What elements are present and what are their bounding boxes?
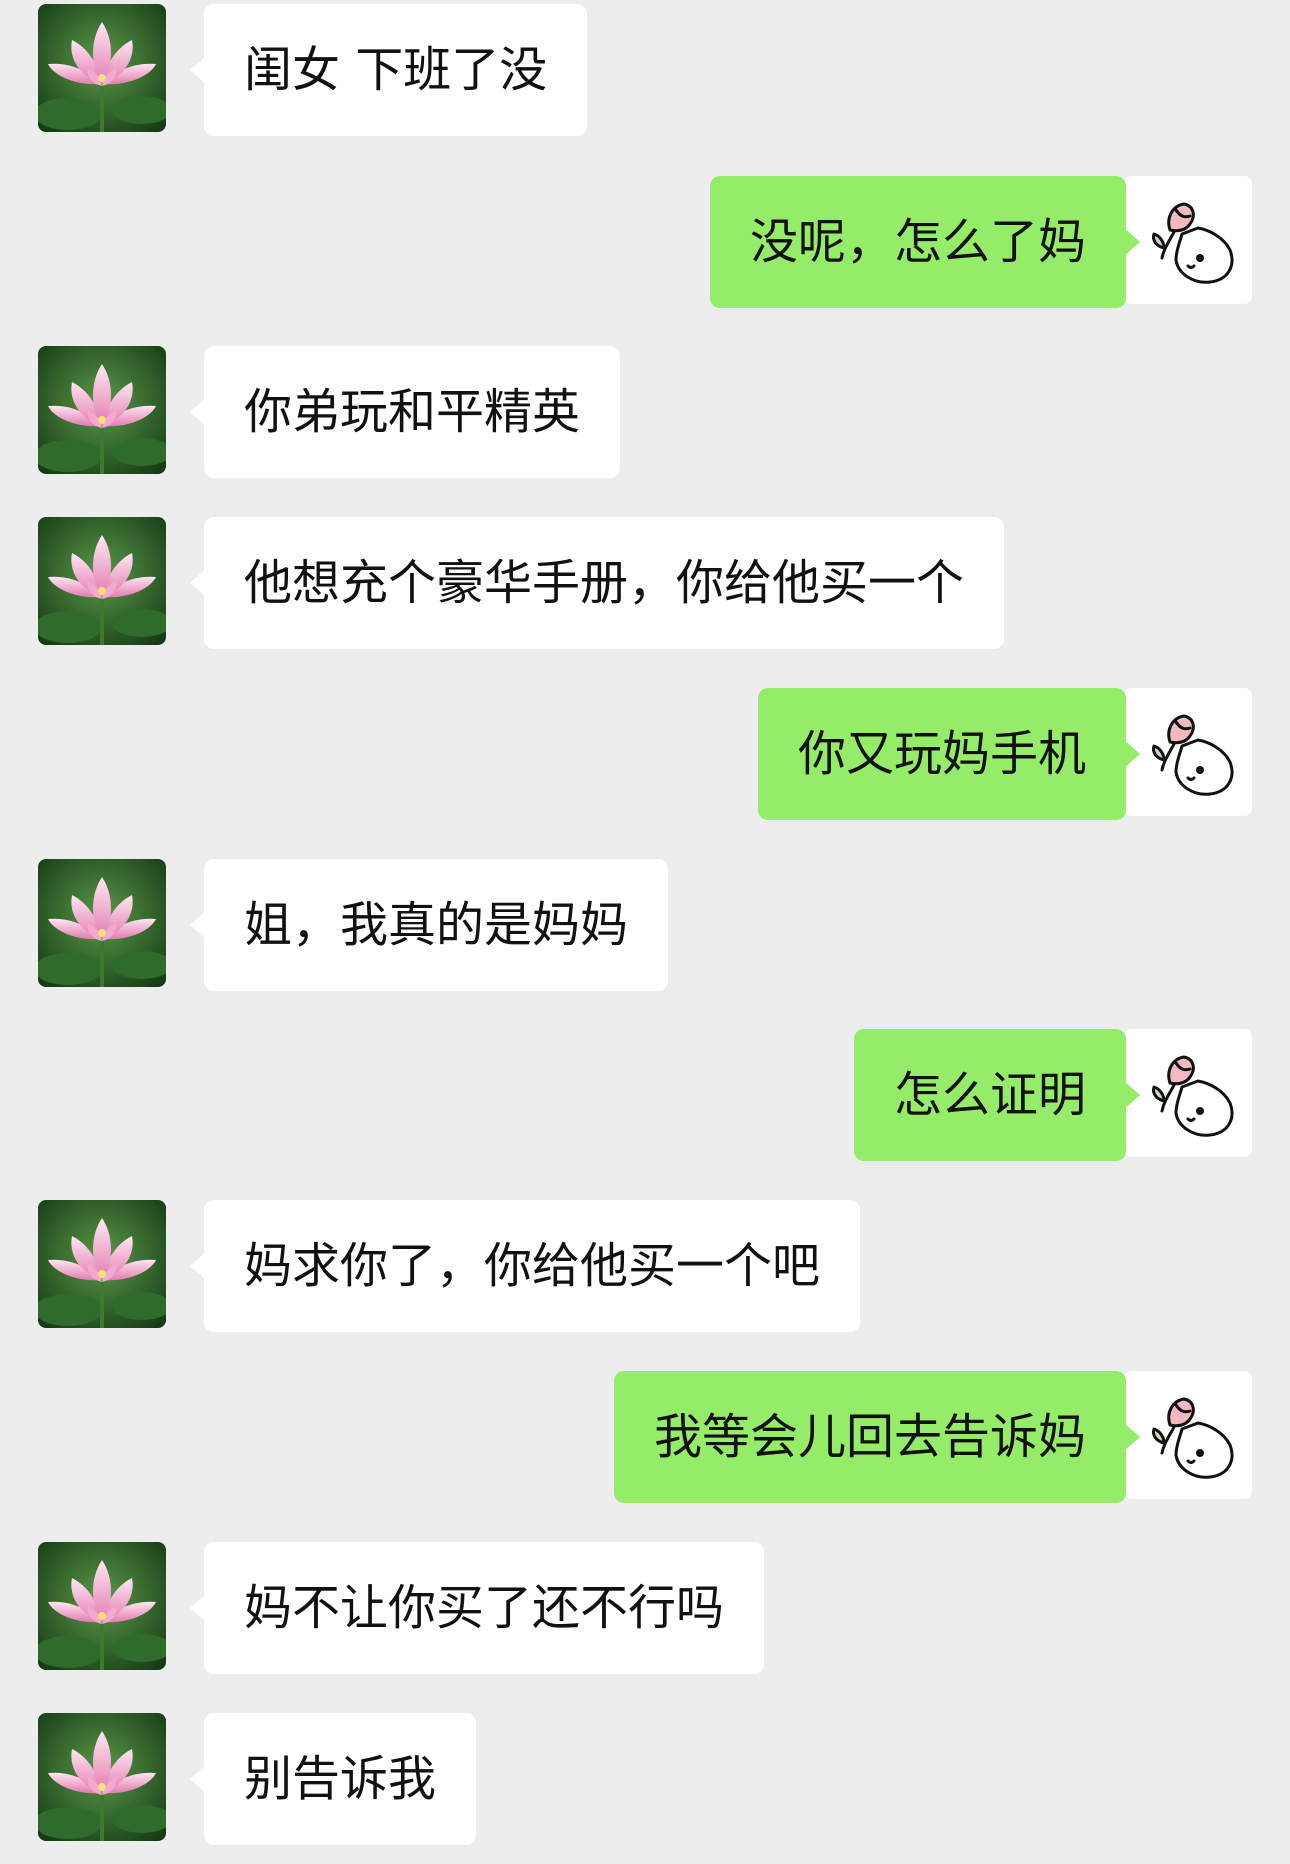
contact-avatar[interactable] <box>38 1542 166 1670</box>
contact-avatar[interactable] <box>38 859 166 987</box>
lotus-flower-icon <box>38 1713 166 1841</box>
outgoing-message-bubble[interactable]: 没呢，怎么了妈 <box>709 176 1141 308</box>
incoming-message-bubble[interactable]: 妈不让你买了还不行吗 <box>189 1542 765 1674</box>
incoming-message-bubble[interactable]: 他想充个豪华手册，你给他买一个 <box>189 517 1005 649</box>
self-avatar[interactable] <box>1124 688 1252 816</box>
incoming-message-bubble[interactable]: 闺女 下班了没 <box>189 4 588 136</box>
self-avatar[interactable] <box>1124 1371 1252 1499</box>
lotus-flower-icon <box>38 1542 166 1670</box>
self-avatar[interactable] <box>1124 176 1252 304</box>
incoming-message-bubble[interactable]: 姐，我真的是妈妈 <box>189 859 669 991</box>
contact-avatar[interactable] <box>38 1200 166 1328</box>
message-row: 妈不让你买了还不行吗 <box>0 1542 1290 1674</box>
message-row: 你弟玩和平精英 <box>0 346 1290 478</box>
chat-message-list: 闺女 下班了没 没呢，怎么了妈 你弟玩和平精英 他想充个豪华手册，你给他买一个 … <box>0 0 1290 1864</box>
lotus-flower-icon <box>38 859 166 987</box>
message-row: 我等会儿回去告诉妈 <box>0 1371 1290 1503</box>
incoming-message-bubble[interactable]: 你弟玩和平精英 <box>189 346 621 478</box>
incoming-message-bubble[interactable]: 妈求你了，你给他买一个吧 <box>189 1200 861 1332</box>
message-row: 没呢，怎么了妈 <box>0 176 1290 308</box>
message-row: 你又玩妈手机 <box>0 688 1290 820</box>
contact-avatar[interactable] <box>38 346 166 474</box>
contact-avatar[interactable] <box>38 1713 166 1841</box>
rose-cat-doodle-icon <box>1124 1371 1252 1499</box>
message-row: 姐，我真的是妈妈 <box>0 859 1290 991</box>
message-row: 他想充个豪华手册，你给他买一个 <box>0 517 1290 649</box>
rose-cat-doodle-icon <box>1124 1029 1252 1157</box>
outgoing-message-bubble[interactable]: 你又玩妈手机 <box>757 688 1141 820</box>
lotus-flower-icon <box>38 346 166 474</box>
contact-avatar[interactable] <box>38 4 166 132</box>
message-row: 闺女 下班了没 <box>0 4 1290 136</box>
outgoing-message-bubble[interactable]: 我等会儿回去告诉妈 <box>613 1371 1141 1503</box>
outgoing-message-bubble[interactable]: 怎么证明 <box>853 1029 1141 1161</box>
message-row: 怎么证明 <box>0 1029 1290 1161</box>
incoming-message-bubble[interactable]: 别告诉我 <box>189 1713 477 1845</box>
rose-cat-doodle-icon <box>1124 688 1252 816</box>
rose-cat-doodle-icon <box>1124 176 1252 304</box>
self-avatar[interactable] <box>1124 1029 1252 1157</box>
lotus-flower-icon <box>38 4 166 132</box>
lotus-flower-icon <box>38 517 166 645</box>
lotus-flower-icon <box>38 1200 166 1328</box>
message-row: 别告诉我 <box>0 1713 1290 1845</box>
contact-avatar[interactable] <box>38 517 166 645</box>
message-row: 妈求你了，你给他买一个吧 <box>0 1200 1290 1332</box>
